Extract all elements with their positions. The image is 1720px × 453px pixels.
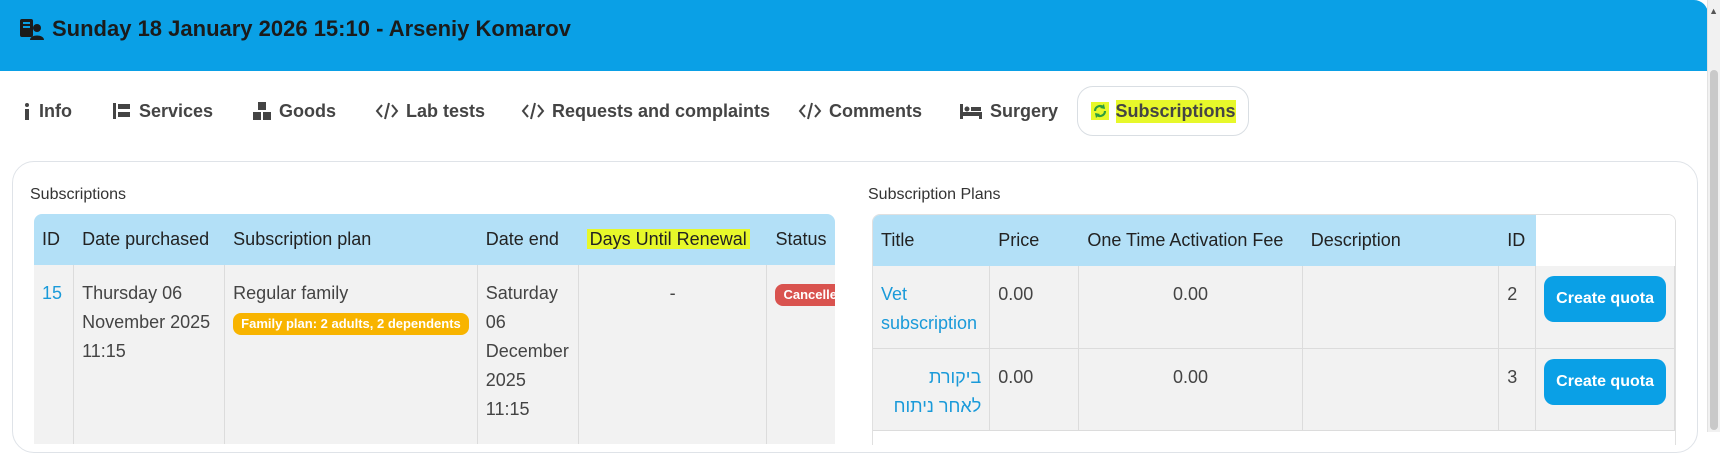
cell-status: Cancelle — [766, 265, 835, 444]
date-purchased-line: Thursday 06 — [82, 283, 183, 303]
table-row: ביקורת לאחר ניתוח 0.00 0.00 3 Create quo… — [873, 348, 1675, 431]
patient-card-icon — [20, 19, 44, 40]
scroll-up-arrow-icon[interactable]: ▲ — [1709, 6, 1718, 16]
date-end-line: 11:15 — [485, 399, 530, 419]
column-header-actions — [1535, 215, 1675, 266]
table-header-row: Title Price One Time Activation Fee Desc… — [873, 215, 1675, 266]
plan-name: Regular family — [233, 283, 349, 303]
tab-surgery[interactable]: Surgery — [959, 86, 1058, 136]
table-header-row: ID Date purchased Subscription plan Date… — [34, 214, 835, 265]
plan-badge: Family plan: 2 adults, 2 dependents — [233, 313, 469, 335]
create-quota-button[interactable]: Create quota — [1544, 276, 1666, 322]
column-header-id[interactable]: ID — [34, 214, 74, 265]
column-header-date-end[interactable]: Date end — [477, 214, 579, 265]
cell-date-purchased: Thursday 06 November 2025 11:15 — [73, 265, 226, 444]
tab-subscriptions[interactable]: Subscriptions — [1077, 86, 1249, 136]
plan-title-link[interactable]: ביקורת — [881, 363, 981, 392]
subscription-plans-title: Subscription Plans — [868, 186, 1001, 203]
cell-price: 0.00 — [989, 266, 1080, 349]
tab-info[interactable]: Info — [22, 86, 72, 136]
tab-lab-tests[interactable]: Lab tests — [375, 86, 485, 136]
cell-action: Create quota — [1535, 266, 1675, 349]
cell-activation-fee: 0.00 — [1078, 266, 1303, 349]
subscriptions-table: ID Date purchased Subscription plan Date… — [34, 214, 835, 444]
column-header-one-time-activation-fee[interactable]: One Time Activation Fee — [1078, 215, 1303, 266]
page-scrollbar[interactable]: ▲ — [1707, 0, 1720, 432]
column-header-price[interactable]: Price — [989, 215, 1079, 266]
tab-services[interactable]: Services — [112, 86, 213, 136]
cell-id: 15 — [34, 265, 75, 444]
cell-id: 3 — [1498, 348, 1537, 431]
boxes-icon — [253, 102, 271, 120]
create-quota-button[interactable]: Create quota — [1544, 358, 1666, 405]
cell-days-until-renewal: - — [578, 265, 768, 444]
date-end-line: Saturday — [485, 283, 558, 303]
cell-title: Vet subscription — [873, 266, 991, 349]
code-icon — [798, 102, 822, 120]
column-header-title[interactable]: Title — [873, 215, 990, 266]
code-icon — [375, 102, 399, 120]
info-icon — [25, 103, 29, 120]
plan-title-link[interactable]: Vet — [881, 280, 981, 309]
date-end-line: 2025 — [485, 370, 526, 390]
page-header: Sunday 18 January 2026 15:10 - Arseniy K… — [0, 0, 1708, 71]
table-row: Vet subscription 0.00 0.00 2 Create quot… — [873, 266, 1675, 349]
tab-requests-and-complaints[interactable]: Requests and complaints — [521, 86, 770, 136]
tab-goods[interactable]: Goods — [252, 86, 336, 136]
tab-comments[interactable]: Comments — [798, 86, 922, 136]
cell-date-end: Saturday 06 December 2025 11:15 — [477, 265, 579, 444]
plan-title-link[interactable]: subscription — [881, 309, 981, 338]
subscription-plans-table: Title Price One Time Activation Fee Desc… — [873, 215, 1675, 431]
cell-activation-fee: 0.00 — [1078, 348, 1303, 431]
column-header-status[interactable]: Status — [766, 214, 835, 265]
subscriptions-table-container[interactable]: ID Date purchased Subscription plan Date… — [34, 214, 835, 444]
subscription-id-link[interactable]: 15 — [42, 283, 62, 303]
scrollbar-thumb[interactable] — [1710, 70, 1718, 430]
cell-action: Create quota — [1535, 348, 1675, 431]
page-title: Sunday 18 January 2026 15:10 - Arseniy K… — [52, 16, 571, 41]
code-icon — [521, 102, 545, 120]
column-header-days-until-renewal[interactable]: Days Until Renewal — [578, 214, 767, 265]
tab-bar: Info Services Goods Lab tests Requests a… — [0, 86, 1300, 136]
column-header-date-purchased[interactable]: Date purchased — [73, 214, 225, 265]
plan-title-link[interactable]: לאחר ניתוח — [881, 392, 982, 421]
days-until-renewal-label: Days Until Renewal — [586, 229, 750, 249]
date-purchased-line: 11:15 — [82, 341, 126, 361]
date-end-line: December — [485, 341, 569, 361]
cell-subscription-plan: Regular family Family plan: 2 adults, 2 … — [224, 265, 478, 444]
cell-title: ביקורת לאחר ניתוח — [873, 348, 991, 431]
subscriptions-title: Subscriptions — [30, 186, 127, 203]
header-title-group: Sunday 18 January 2026 15:10 - Arseniy K… — [18, 14, 571, 44]
cell-description — [1302, 348, 1500, 431]
table-row: 15 Thursday 06 November 2025 11:15 Regul… — [34, 265, 835, 444]
services-icon — [113, 103, 130, 119]
subscription-plans-table-container[interactable]: Title Price One Time Activation Fee Desc… — [872, 214, 1676, 445]
cell-price: 0.00 — [989, 348, 1080, 431]
status-badge: Cancelle — [775, 284, 835, 306]
column-header-id[interactable]: ID — [1498, 215, 1536, 266]
column-header-description[interactable]: Description — [1302, 215, 1499, 266]
cell-description — [1302, 266, 1500, 349]
recycle-icon — [1090, 102, 1109, 120]
date-end-line: 06 — [485, 312, 506, 332]
date-purchased-line: November 2025 — [82, 312, 211, 332]
cell-id: 2 — [1498, 266, 1537, 349]
column-header-subscription-plan[interactable]: Subscription plan — [224, 214, 478, 265]
bed-icon — [960, 104, 982, 119]
